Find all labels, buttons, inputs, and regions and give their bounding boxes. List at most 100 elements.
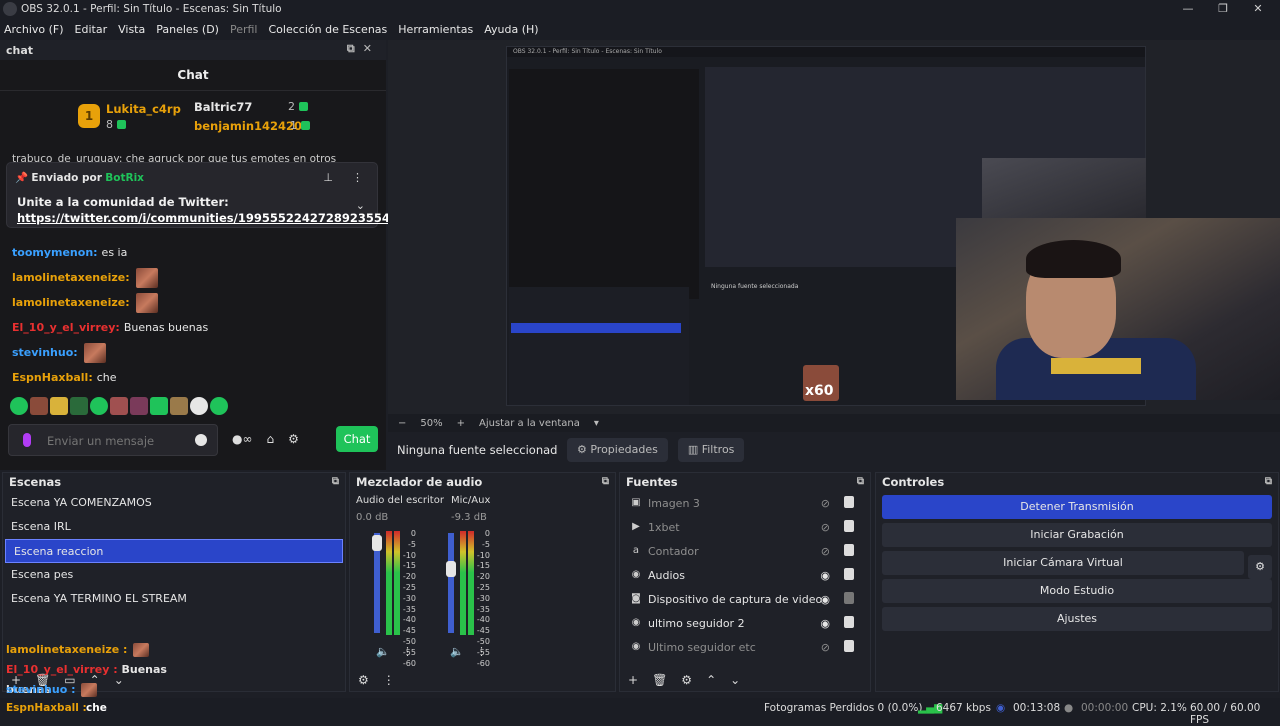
kick-gem-icon [301, 121, 310, 130]
source-item[interactable]: ◙ Dispositivo de captura de video ◉ [620, 587, 870, 611]
maximize-button[interactable]: ❐ [1205, 0, 1241, 18]
lock-icon[interactable] [844, 640, 854, 652]
speaker-icon[interactable]: 🔈 [376, 645, 390, 658]
lock-icon[interactable] [844, 568, 854, 580]
undock-icon[interactable]: ⧉ [332, 473, 339, 491]
add-source-button[interactable]: + [628, 673, 638, 687]
speaker-icon[interactable]: 🔈 [450, 645, 464, 658]
virtual-camera-gear-icon[interactable]: ⚙ [1248, 555, 1272, 579]
volume-slider-track[interactable] [448, 533, 454, 633]
menu-archivo[interactable]: Archivo (F) [4, 23, 64, 36]
source-item[interactable]: a Contador ⊘ [620, 539, 870, 563]
unpin-icon[interactable]: ⊥ [323, 171, 333, 184]
chat-username[interactable]: toomymenon: [12, 246, 98, 259]
more-options-icon[interactable]: ⋮ [383, 673, 395, 687]
second-place-score: 2 [288, 100, 295, 113]
source-item[interactable]: ◉ ultimo seguidor 2 ◉ [620, 611, 870, 635]
start-recording-button[interactable]: Iniciar Grabación [882, 523, 1272, 547]
source-item[interactable]: ▶ 1xbet ⊘ [620, 515, 870, 539]
lock-icon[interactable] [844, 616, 854, 628]
lock-open-icon[interactable] [844, 592, 854, 604]
scenes-title: Escenas [9, 475, 62, 489]
move-down-button[interactable]: ⌄ [730, 673, 740, 687]
kick-gem-icon [299, 102, 308, 111]
dock-controls[interactable]: ⧉✕ [347, 42, 380, 56]
source-name: Contador [648, 544, 699, 558]
move-up-button[interactable]: ⌃ [706, 673, 716, 687]
menu-perfil[interactable]: Perfil [230, 23, 258, 36]
lock-icon[interactable] [844, 496, 854, 508]
live-icon: ◉ [996, 702, 1006, 714]
microphone-icon[interactable] [23, 433, 31, 447]
infinity-icon[interactable]: ●∞ [232, 432, 252, 446]
kick-gem-icon [117, 120, 126, 129]
chevron-down-icon[interactable]: ▾ [594, 418, 599, 429]
settings-button[interactable]: Ajustes [882, 607, 1272, 631]
start-virtual-camera-button[interactable]: Iniciar Cámara Virtual [882, 551, 1244, 575]
chat-username[interactable]: EspnHaxball: [12, 371, 93, 384]
close-button[interactable]: ✕ [1240, 0, 1276, 18]
menu-herramientas[interactable]: Herramientas [398, 23, 473, 36]
chat-message-input[interactable] [47, 431, 187, 451]
menu-vista[interactable]: Vista [118, 23, 145, 36]
first-place-user[interactable]: Lukita_c4rp [106, 102, 181, 116]
chat-username[interactable]: El_10_y_el_virrey: [12, 321, 120, 334]
minimize-button[interactable]: — [1170, 0, 1206, 18]
eye-icon[interactable]: ◉ [820, 617, 830, 630]
zoom-out-button[interactable]: − [398, 418, 406, 429]
scene-item-selected[interactable]: Escena reaccion [5, 539, 343, 563]
chat-dock: chat ⧉✕ Chat 1 Lukita_c4rp 8 Baltric77 2… [0, 40, 411, 470]
chat-username[interactable]: lamolinetaxeneize: [12, 296, 130, 309]
lock-icon[interactable] [844, 544, 854, 556]
source-name: Imagen 3 [648, 496, 700, 510]
pinned-link[interactable]: https://twitter.com/i/communities/199555… [17, 210, 411, 226]
scene-item[interactable]: Escena IRL [3, 515, 345, 539]
lock-icon[interactable] [844, 520, 854, 532]
emoji-icon[interactable] [195, 434, 207, 446]
zoom-level: 50% [420, 417, 443, 429]
menu-coleccion-escenas[interactable]: Colección de Escenas [269, 23, 388, 36]
stop-streaming-button[interactable]: Detener Transmisión [882, 495, 1272, 519]
chat-username[interactable]: lamolinetaxeneize: [12, 271, 130, 284]
eye-hidden-icon[interactable]: ⊘ [821, 641, 830, 654]
zoom-in-button[interactable]: + [457, 418, 465, 429]
source-item[interactable]: ◉ Audios ◉ [620, 563, 870, 587]
mixer-settings-icon[interactable]: ⚙ [358, 673, 369, 687]
filters-button[interactable]: ▥ Filtros [677, 438, 745, 462]
scene-item[interactable]: Escena YA COMENZAMOS [3, 491, 345, 515]
third-place-user[interactable]: benjamin142420 [194, 119, 302, 133]
eye-icon[interactable]: ◉ [820, 569, 830, 582]
undock-icon[interactable]: ⧉ [602, 473, 609, 491]
store-icon[interactable]: ⌂ [266, 432, 274, 446]
scene-item[interactable]: Escena YA TERMINO EL STREAM [3, 587, 345, 611]
more-options-icon[interactable]: ⋮ [352, 171, 363, 184]
undock-icon[interactable]: ⧉ [1265, 473, 1272, 491]
properties-button[interactable]: ⚙ Propiedades [567, 438, 668, 462]
eye-hidden-icon[interactable]: ⊘ [821, 545, 830, 558]
menu-ayuda[interactable]: Ayuda (H) [484, 23, 538, 36]
chat-username[interactable]: stevinhuo: [12, 346, 78, 359]
scene-item[interactable]: Escena pes [3, 563, 345, 587]
second-place-user[interactable]: Baltric77 [194, 100, 252, 114]
more-options-icon[interactable]: ⋮ [476, 645, 487, 658]
eye-icon[interactable]: ◉ [820, 593, 830, 606]
remove-source-button[interactable]: 🗑 [652, 673, 667, 687]
volume-fader[interactable] [446, 561, 456, 577]
volume-fader[interactable] [372, 535, 382, 551]
menu-editar[interactable]: Editar [75, 23, 108, 36]
source-settings-button[interactable]: ⚙ [681, 673, 692, 687]
mixer-channel: Audio del escritorio 0.0 dB [356, 495, 444, 523]
pinned-bot-name[interactable]: BotRix [105, 172, 144, 184]
undock-icon[interactable]: ⧉ [857, 473, 864, 491]
eye-hidden-icon[interactable]: ⊘ [821, 521, 830, 534]
gear-icon[interactable]: ⚙ [288, 432, 299, 446]
source-item[interactable]: ◉ Ultimo seguidor etc ⊘ [620, 635, 870, 659]
menu-paneles[interactable]: Paneles (D) [156, 23, 219, 36]
chat-send-button[interactable]: Chat [336, 426, 378, 452]
studio-mode-button[interactable]: Modo Estudio [882, 579, 1272, 603]
preview-canvas[interactable]: OBS 32.0.1 - Perfil: Sin Título - Escena… [388, 40, 1280, 414]
fit-to-window[interactable]: Ajustar a la ventana [479, 418, 580, 429]
more-options-icon[interactable]: ⋮ [402, 645, 413, 658]
eye-hidden-icon[interactable]: ⊘ [821, 497, 830, 510]
source-item[interactable]: ▣ Imagen 3 ⊘ [620, 491, 870, 515]
